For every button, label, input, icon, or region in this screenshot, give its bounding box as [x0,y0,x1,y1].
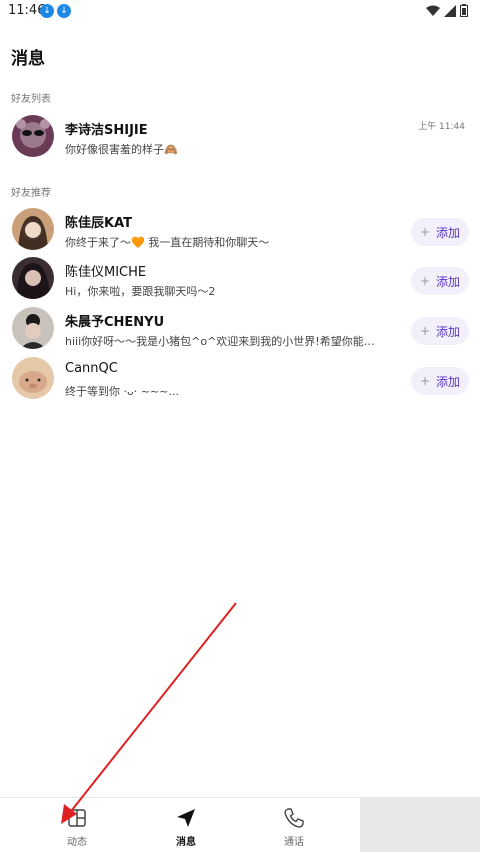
recommend-row[interactable]: 朱晨予CHENYU hiii你好呀～～我是小猪包^o^欢迎来到我的小世界!希望你… [0,305,480,353]
avatar [12,307,54,349]
signal-icon [444,4,456,17]
friend-last-message: 你好像很害羞的样子🙈 [65,143,178,156]
message-time: 上午 11:44 [418,122,465,132]
feed-icon [68,809,86,827]
add-friend-button[interactable]: + 添加 [411,367,469,395]
nav-feed-label: 动态 [67,837,87,848]
recommend-row[interactable]: CannQC 终于等到你 ·ᴗ· ~~~... + 添加 [0,355,480,403]
recommend-section-label: 好友推荐 [11,188,51,199]
friends-section-label: 好友列表 [11,94,51,105]
avatar [12,357,54,399]
recommend-name: CannQC [65,361,118,376]
wifi-icon [426,5,440,16]
phone-icon [284,808,304,828]
nav-feed[interactable]: 动态 [37,798,117,853]
recommend-row[interactable]: 陈佳仪MICHE Hi，你来啦，要跟我聊天吗～2 + 添加 [0,255,480,303]
recommend-message: hiii你好呀～～我是小猪包^o^欢迎来到我的小世界!希望你能天... [65,335,385,348]
download-icon: ↓ [57,4,71,18]
add-friend-button[interactable]: + 添加 [411,317,469,345]
battery-icon [460,4,468,17]
side-panel-strip [360,797,480,852]
recommend-message: 你终于来了～🧡 我一直在期待和你聊天～ [65,236,270,249]
recommend-name: 陈佳仪MICHE [65,265,147,280]
avatar [12,257,54,299]
nav-messages-label: 消息 [176,837,196,848]
recommend-name: 陈佳辰KAT [65,216,132,231]
friend-name: 李诗洁SHIJIE [65,123,148,138]
recommend-name: 朱晨予CHENYU [65,315,165,330]
avatar [12,208,54,250]
avatar [12,115,54,157]
plus-icon: + [419,225,431,239]
recommend-row[interactable]: 陈佳辰KAT 你终于来了～🧡 我一直在期待和你聊天～ + 添加 [0,206,480,254]
recommend-message: 终于等到你 ·ᴗ· ~~~... [65,385,179,398]
page-title: 消息 [11,49,45,69]
friend-row[interactable]: 李诗洁SHIJIE 你好像很害羞的样子🙈 上午 11:44 [0,113,480,161]
nav-calls[interactable]: 通话 [254,798,334,853]
add-friend-button[interactable]: + 添加 [411,218,469,246]
add-button-label: 添加 [436,324,461,339]
plus-icon: + [419,374,431,388]
nav-calls-label: 通话 [284,837,304,848]
recommend-message: Hi，你来啦，要跟我聊天吗～2 [65,285,216,298]
nav-messages[interactable]: 消息 [146,798,226,853]
bottom-navigation: 动态 消息 通话 [0,797,360,853]
download-icon: ↓ [40,4,54,18]
plus-icon: + [419,324,431,338]
plus-icon: + [419,274,431,288]
send-icon [177,809,195,827]
status-bar: 11:46 ↓ ↓ [0,0,480,24]
add-button-label: 添加 [436,374,461,389]
add-button-label: 添加 [436,225,461,240]
add-friend-button[interactable]: + 添加 [411,267,469,295]
add-button-label: 添加 [436,274,461,289]
system-icons [426,4,468,17]
